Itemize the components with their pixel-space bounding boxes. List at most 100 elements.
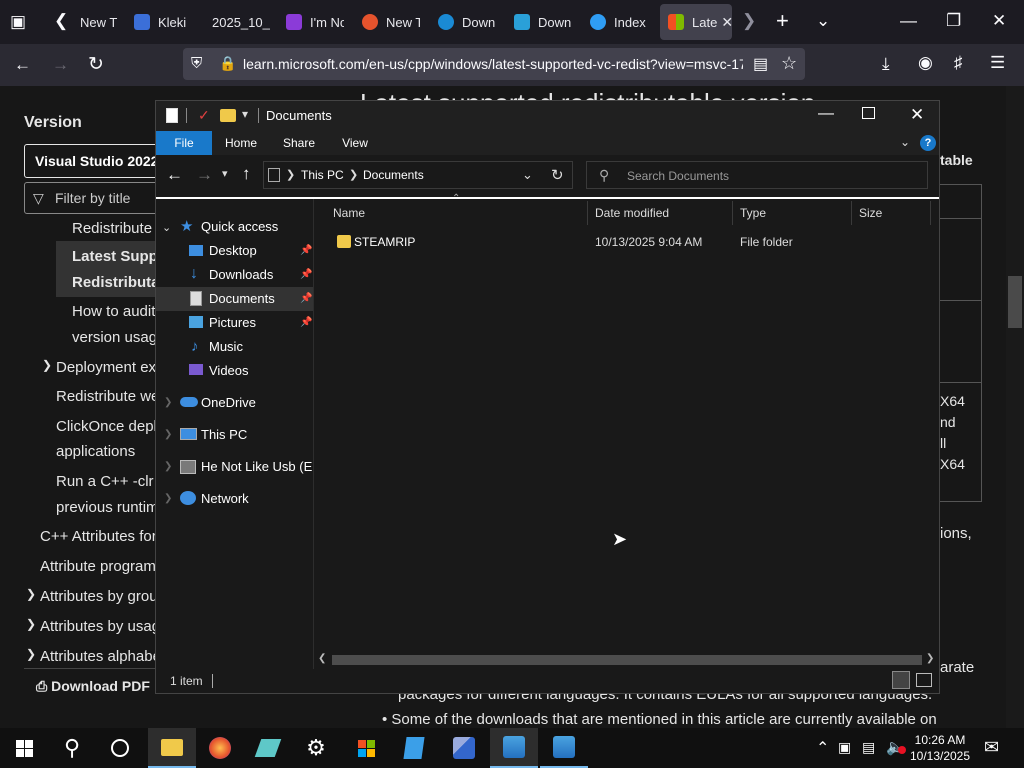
account-icon[interactable]: ◉ (918, 54, 933, 71)
minimize-icon[interactable]: — (900, 12, 917, 29)
tab-view[interactable]: View (332, 131, 378, 155)
browser-tab[interactable]: New T (362, 4, 420, 40)
menu-icon[interactable]: ☰ (990, 54, 1005, 71)
taskbar-installer[interactable] (540, 728, 588, 768)
search-button[interactable]: ⚲ (48, 728, 96, 768)
taskbar-notes[interactable] (390, 728, 438, 768)
toc-item[interactable]: Deployment exa (56, 359, 164, 376)
tracking-shield-icon[interactable]: ⛨ (191, 55, 202, 72)
nav-pictures[interactable]: Pictures (209, 311, 256, 335)
toc-item[interactable]: Redistribute we (56, 388, 159, 405)
new-tab-icon[interactable]: + (776, 10, 789, 32)
toc-item[interactable]: Attributes alphabet (40, 648, 165, 665)
recent-locations-chevron-down-icon[interactable]: ▾ (222, 167, 228, 180)
clock[interactable]: 10:26 AM 10/13/2025 (908, 732, 972, 764)
column-header-name[interactable]: Name (316, 201, 588, 225)
browser-tab[interactable]: Index (590, 4, 646, 40)
list-tabs-chevron-down-icon[interactable]: ⌄ (816, 12, 830, 29)
notifications-icon[interactable]: ✉ (984, 737, 999, 758)
toc-item[interactable]: version usage (72, 329, 165, 346)
back-arrow-icon[interactable]: ← (166, 165, 183, 185)
chevron-right-icon[interactable]: ❯ (42, 358, 52, 372)
nav-documents[interactable]: Documents (209, 287, 275, 311)
browser-tab[interactable]: New T (80, 4, 118, 40)
pin-icon[interactable]: 📌 (300, 317, 312, 328)
toc-item[interactable]: previous runtim (56, 499, 159, 516)
nav-this-pc[interactable]: This PC (201, 423, 247, 447)
version-select[interactable]: Visual Studio 2022 (24, 144, 164, 178)
tab-share[interactable]: Share (274, 131, 324, 155)
expand-chevron-right-icon[interactable]: ❯ (164, 429, 172, 440)
folder-icon[interactable] (220, 109, 236, 122)
quick-access-dropdown-icon[interactable]: ▾ (242, 107, 248, 121)
toc-item[interactable]: Run a C++ -clr a (56, 473, 166, 490)
close-window-icon[interactable]: ✕ (910, 105, 924, 125)
page-scrollbar[interactable] (1006, 86, 1024, 730)
collapse-chevron-down-icon[interactable]: ⌄ (162, 221, 171, 234)
table-row[interactable]: STEAMRIP 10/13/2025 9:04 AM File folder (316, 231, 936, 253)
toc-item[interactable]: Attributes by usage (40, 618, 168, 635)
pin-icon[interactable]: 📌 (300, 269, 312, 280)
column-header-size[interactable]: Size (853, 201, 931, 225)
taskbar-file-explorer[interactable] (148, 728, 196, 768)
taskbar-settings[interactable]: ⚙ (292, 728, 340, 768)
expand-chevron-right-icon[interactable]: ❯ (164, 461, 172, 472)
toc-item[interactable]: C++ Attributes for (40, 528, 157, 545)
toc-item[interactable]: How to audit (72, 303, 155, 320)
browser-tab[interactable]: 2025_10_1 (212, 4, 270, 40)
reload-icon[interactable]: ↻ (88, 55, 104, 74)
taskbar-installer-active[interactable] (490, 728, 538, 768)
browser-tab-active[interactable]: Late ✕ (660, 4, 732, 40)
chevron-right-icon[interactable]: ❯ (26, 587, 36, 601)
breadcrumb-separator-icon[interactable]: ❯ (286, 168, 295, 181)
forward-arrow-icon[interactable]: → (52, 56, 69, 73)
nav-quick-access[interactable]: Quick access (201, 215, 278, 239)
breadcrumb-separator-icon[interactable]: ❯ (349, 168, 358, 181)
tab-overview-icon[interactable]: ▣ (10, 13, 26, 30)
expand-chevron-right-icon[interactable]: ❯ (164, 493, 172, 504)
breadcrumb-documents[interactable]: Documents (363, 168, 424, 182)
nav-usb-drive[interactable]: He Not Like Usb (E:) (201, 455, 313, 479)
lock-icon[interactable]: 🔒 (219, 55, 236, 72)
expand-chevron-right-icon[interactable]: ❯ (164, 397, 172, 408)
show-hidden-icons-chevron-up-icon[interactable]: ⌃ (816, 738, 829, 758)
nav-desktop[interactable]: Desktop (209, 239, 257, 263)
bookmark-star-icon[interactable]: ☆ (781, 53, 797, 74)
close-tab-icon[interactable]: ✕ (721, 14, 732, 31)
pin-icon[interactable]: 📌 (300, 245, 312, 256)
nav-network[interactable]: Network (201, 487, 249, 511)
up-arrow-icon[interactable]: ↑ (242, 164, 251, 184)
tab-file[interactable]: File (156, 131, 212, 155)
browser-tab[interactable]: Down (438, 4, 496, 40)
large-icons-view-icon[interactable] (916, 673, 932, 687)
browser-tab[interactable]: Kleki - (134, 4, 190, 40)
extensions-icon[interactable]: ♯ (954, 54, 963, 71)
toc-item[interactable]: Attributes by group (40, 588, 166, 605)
page-scrollbar-thumb[interactable] (1008, 276, 1022, 328)
scroll-right-icon[interactable]: ❯ (926, 653, 934, 664)
breadcrumb-this-pc[interactable]: This PC (301, 168, 344, 182)
restore-icon[interactable]: ❐ (946, 12, 961, 29)
tab-home[interactable]: Home (216, 131, 266, 155)
toc-item[interactable]: Redistribute a (72, 220, 165, 237)
file-name[interactable]: STEAMRIP (354, 235, 415, 249)
reader-view-icon[interactable]: ▤ (753, 54, 768, 74)
breadcrumb[interactable]: ❯ This PC ❯ Documents ⌄ ↻ (263, 161, 573, 189)
toc-item[interactable]: ClickOnce deplo (56, 418, 165, 435)
pin-icon[interactable]: 📌 (300, 293, 312, 304)
tabs-scroll-left-icon[interactable]: ❮ (54, 12, 68, 29)
forward-arrow-icon[interactable]: → (196, 165, 213, 185)
network-tray-icon[interactable]: ▤ (862, 739, 875, 756)
address-history-chevron-down-icon[interactable]: ⌄ (522, 167, 533, 183)
taskbar-app[interactable] (440, 728, 488, 768)
nav-downloads[interactable]: Downloads (209, 263, 273, 287)
url-text[interactable]: learn.microsoft.com/en-us/cpp/windows/la… (243, 56, 743, 72)
nav-videos[interactable]: Videos (209, 359, 249, 383)
maximize-icon[interactable] (862, 107, 875, 119)
help-icon[interactable]: ? (920, 135, 936, 151)
refresh-icon[interactable]: ↻ (551, 166, 564, 184)
taskbar-store[interactable] (342, 728, 390, 768)
download-pdf-link[interactable]: ⎙ Download PDF (36, 678, 150, 695)
checkmark-icon[interactable]: ✓ (198, 107, 210, 124)
details-view-icon[interactable] (892, 671, 910, 689)
